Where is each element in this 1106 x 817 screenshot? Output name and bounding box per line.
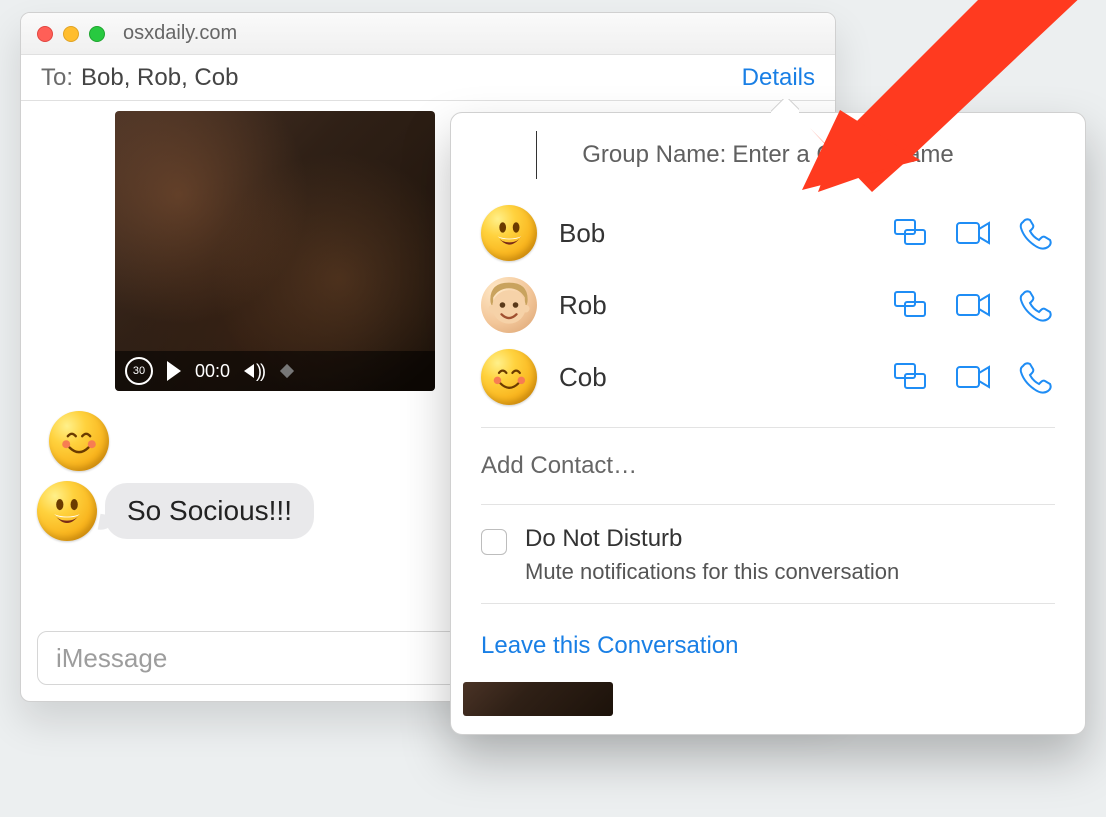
video-controls: 30 00:0 [115, 351, 435, 391]
volume-waves-icon [256, 361, 264, 382]
member-name: Bob [559, 218, 869, 249]
member-row: Cob [451, 341, 1085, 413]
group-name-placeholder: Enter a Group Name [732, 141, 953, 169]
member-row: Rob [451, 269, 1085, 341]
traffic-lights [37, 26, 105, 42]
minimize-window-button[interactable] [63, 26, 79, 42]
member-avatar-blush [481, 349, 537, 405]
zoom-window-button[interactable] [89, 26, 105, 42]
to-row: To: Bob, Rob, Cob Details [21, 55, 835, 101]
rewind-30-button[interactable]: 30 [125, 357, 153, 385]
audio-call-button[interactable] [1015, 360, 1055, 394]
airplay-icon[interactable] [280, 364, 294, 378]
group-name-label: Group Name: [582, 141, 726, 169]
video-time: 00:0 [195, 361, 230, 382]
to-label: To: [41, 64, 73, 92]
do-not-disturb-checkbox[interactable] [481, 529, 507, 555]
divider [481, 427, 1055, 428]
window-title: osxdaily.com [123, 22, 237, 45]
play-button[interactable] [167, 361, 181, 381]
rewind-30-label: 30 [133, 365, 145, 377]
message-bubble: So Socious!!! [105, 483, 314, 539]
divider [481, 603, 1055, 604]
compose-placeholder: iMessage [56, 643, 167, 674]
video-attachment[interactable]: 30 00:0 [115, 111, 435, 391]
add-contact-button[interactable]: Add Contact… [451, 442, 1085, 490]
details-popover: Group Name: Enter a Group Name Bob [450, 112, 1086, 735]
volume-control[interactable] [244, 361, 264, 382]
group-name-field[interactable]: Group Name: Enter a Group Name [451, 113, 1085, 197]
close-window-button[interactable] [37, 26, 53, 42]
member-avatar-person [481, 277, 537, 333]
video-call-button[interactable] [953, 216, 993, 250]
shared-attachment-thumb[interactable] [463, 682, 613, 716]
member-name: Cob [559, 362, 869, 393]
leave-conversation-button[interactable]: Leave this Conversation [451, 618, 1085, 664]
screen-share-button[interactable] [891, 360, 931, 394]
recipients-text: Bob, Rob, Cob [81, 64, 238, 92]
do-not-disturb-row: Do Not Disturb Mute notifications for th… [451, 519, 1085, 589]
screen-share-button[interactable] [891, 216, 931, 250]
popover-arrow [771, 99, 799, 113]
sender-avatar-grin [37, 481, 97, 541]
speaker-icon [244, 364, 254, 378]
audio-call-button[interactable] [1015, 288, 1055, 322]
do-not-disturb-label: Do Not Disturb [525, 525, 899, 553]
text-cursor [536, 131, 537, 179]
screen-share-button[interactable] [891, 288, 931, 322]
video-call-button[interactable] [953, 360, 993, 394]
member-name: Rob [559, 290, 869, 321]
audio-call-button[interactable] [1015, 216, 1055, 250]
divider [481, 504, 1055, 505]
member-avatar-grin [481, 205, 537, 261]
titlebar: osxdaily.com [21, 13, 835, 55]
do-not-disturb-subtext: Mute notifications for this conversation [525, 559, 899, 585]
message-text: So Socious!!! [127, 495, 292, 526]
sender-avatar-blush [49, 411, 109, 471]
video-call-button[interactable] [953, 288, 993, 322]
member-row: Bob [451, 197, 1085, 269]
details-button[interactable]: Details [742, 64, 815, 92]
